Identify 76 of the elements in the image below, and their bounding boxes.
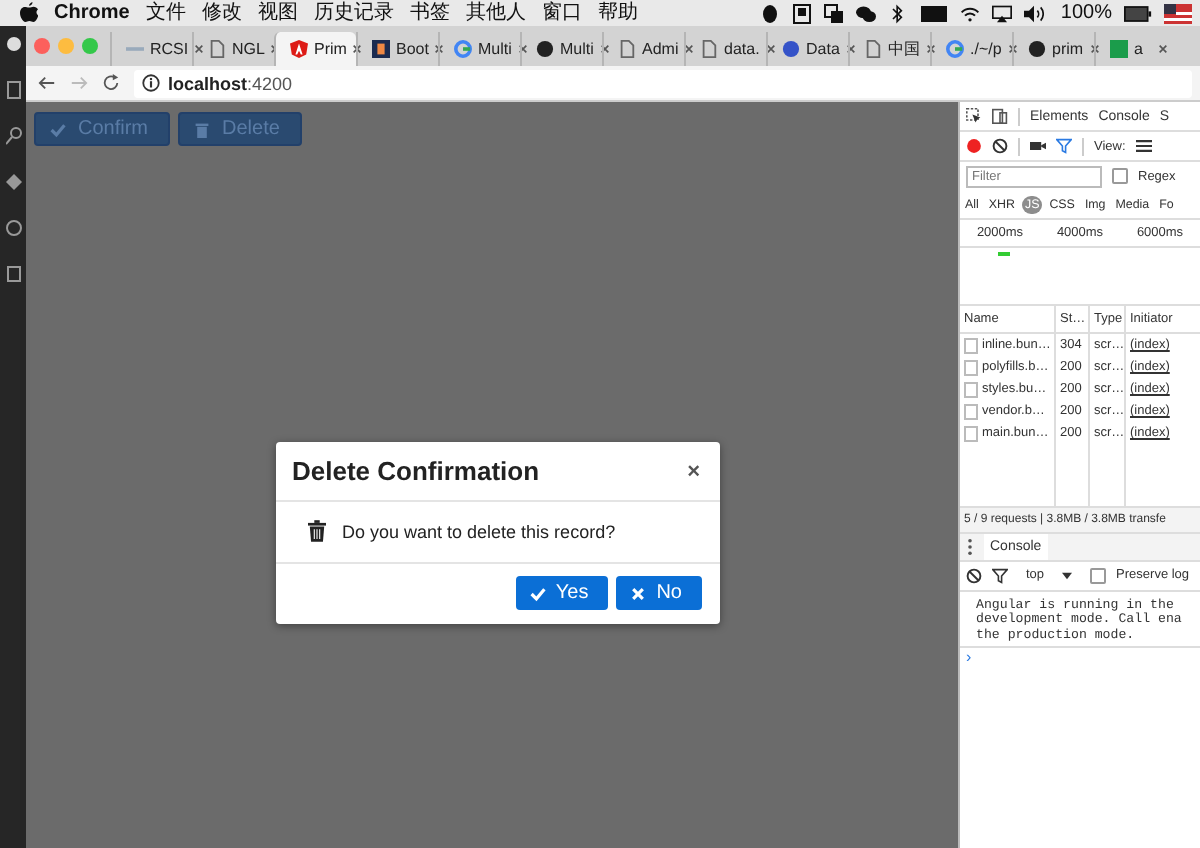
dialog-message: Do you want to delete this record?	[342, 521, 616, 541]
menu-item[interactable]: 窗口	[541, 1, 582, 25]
device-icon[interactable]	[992, 108, 1008, 124]
tab-favicon-icon	[372, 40, 390, 58]
inspect-icon[interactable]	[966, 108, 982, 124]
address-bar[interactable]: localhost:4200	[134, 69, 1192, 97]
clear-icon[interactable]	[992, 138, 1008, 154]
tab-favicon-icon	[782, 40, 800, 58]
files-icon[interactable]	[5, 80, 21, 100]
square-icon[interactable]	[5, 264, 21, 284]
tab-favicon-icon	[618, 40, 636, 58]
camera-icon[interactable]	[1030, 138, 1046, 154]
close-button[interactable]: ×	[683, 459, 704, 483]
circle-icon[interactable]	[5, 218, 21, 238]
menu-item[interactable]: 其他人	[465, 1, 526, 25]
chat-icon[interactable]	[856, 3, 877, 23]
check-icon	[529, 585, 546, 601]
tab-favicon-icon	[290, 40, 308, 58]
close-tab-icon[interactable]	[599, 44, 610, 54]
close-tab-icon[interactable]	[517, 44, 528, 54]
console-prompt[interactable]: ›	[960, 648, 1200, 848]
dialog-button[interactable]: Yes	[515, 576, 609, 610]
close-tab-icon[interactable]	[765, 44, 776, 54]
wifi-icon[interactable]	[960, 3, 981, 23]
tab-favicon-icon	[946, 40, 964, 58]
caret-icon[interactable]	[1062, 571, 1073, 580]
close-tab-icon[interactable]	[1089, 44, 1100, 54]
trash-icon	[308, 520, 326, 542]
trash-icon	[194, 121, 211, 137]
close-tab-icon[interactable]	[1007, 44, 1018, 54]
tab-favicon-icon	[700, 40, 718, 58]
check-icon	[50, 121, 66, 137]
browser-tab[interactable]: Prim	[274, 32, 356, 66]
diamond-icon[interactable]	[5, 172, 21, 192]
close-icon	[630, 585, 647, 601]
list-icon[interactable]	[1135, 138, 1152, 154]
regex-checkbox[interactable]	[1112, 168, 1128, 184]
windows-icon[interactable]	[824, 3, 845, 23]
menu-item[interactable]: 文件	[145, 1, 186, 25]
close-tab-icon[interactable]	[194, 44, 205, 54]
reload-icon[interactable]	[102, 74, 120, 92]
battery-percentage: 100%	[1060, 1, 1112, 25]
back-icon[interactable]	[38, 74, 56, 92]
tab-favicon-icon	[536, 40, 554, 58]
menu-item[interactable]: 书签	[409, 1, 450, 25]
app-menu[interactable]: Chrome	[54, 1, 130, 25]
close-tab-icon[interactable]	[352, 44, 363, 54]
menu-item[interactable]: 历史记录	[313, 1, 394, 25]
preserve-log-checkbox[interactable]	[1090, 567, 1107, 584]
menu-item[interactable]: 视图	[257, 1, 298, 25]
tab-favicon-icon	[864, 40, 882, 58]
clear-icon[interactable]	[966, 567, 982, 584]
tab-favicon-icon	[1028, 40, 1046, 58]
tab-favicon-icon	[208, 40, 226, 58]
more-icon[interactable]	[966, 537, 974, 556]
dot-icon	[5, 34, 21, 54]
dialog-button[interactable]: No	[616, 576, 702, 610]
flag-icon[interactable]	[1164, 3, 1192, 23]
menu-item[interactable]: 帮助	[597, 1, 638, 25]
airplay-icon[interactable]	[992, 3, 1013, 23]
dialog-title: Delete Confirmation	[292, 456, 540, 486]
menu-item[interactable]: 修改	[201, 1, 242, 25]
tab-favicon-icon	[1110, 40, 1128, 58]
filter-icon[interactable]	[992, 567, 1008, 584]
close-tab-icon[interactable]	[1158, 44, 1168, 54]
close-tab-icon[interactable]	[434, 44, 445, 54]
apple-logo-icon[interactable]	[20, 2, 38, 24]
tab-favicon-icon	[454, 40, 472, 58]
battery-icon[interactable]	[1124, 3, 1152, 23]
close-tab-icon[interactable]	[684, 44, 695, 54]
close-tab-icon[interactable]	[926, 44, 936, 54]
close-tab-icon[interactable]	[845, 44, 856, 54]
record-icon[interactable]	[966, 138, 982, 154]
info-icon	[142, 74, 160, 92]
speaker-icon[interactable]	[1024, 3, 1045, 23]
search-icon[interactable]	[5, 126, 21, 146]
